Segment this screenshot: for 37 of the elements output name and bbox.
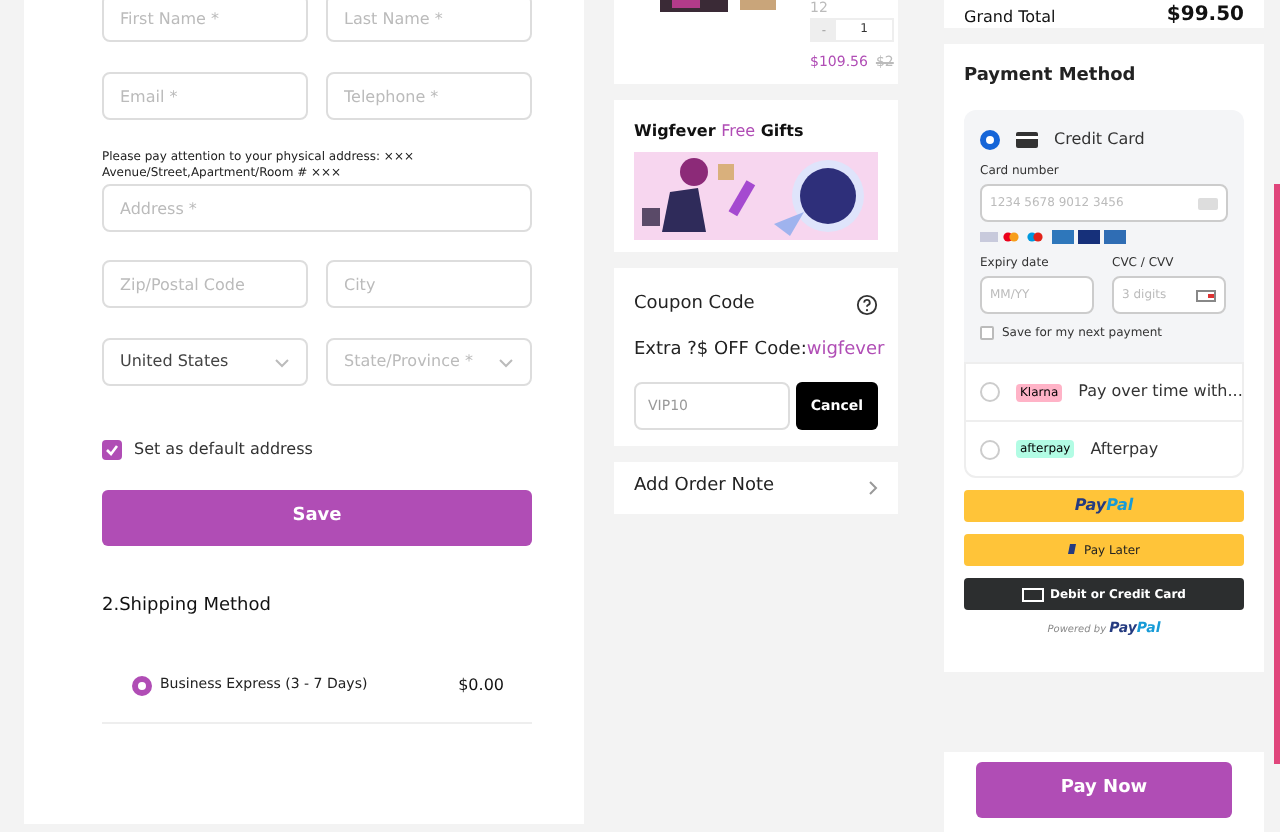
checkbox-label: Set as default address [134,438,313,462]
section-title: 2.Shipping Method [102,594,273,620]
method-label: Afterpay [1090,437,1159,462]
shipping-price: $0.00 [458,673,504,697]
grand-total-value: $99.50 [1166,3,1244,26]
address-field[interactable]: Address * [102,184,532,232]
chevron-down-icon [274,357,290,367]
input-field[interactable]: Telephone * [326,72,532,120]
save-button[interactable]: Save [102,490,532,546]
card-icon [1198,197,1218,210]
chevron-down-icon [498,357,514,367]
grand-total-label: Grand Total [964,7,1056,26]
checkbox[interactable] [980,326,994,341]
input-field[interactable]: City [326,260,532,308]
order-note-row[interactable]: Add Order Note [614,462,898,514]
paypal-icon [1067,543,1078,558]
pay-now-button[interactable]: Pay Now [976,762,1232,819]
gifts-title: Wigfever Free Gifts [634,120,806,144]
checkbox[interactable] [102,440,122,460]
method-label: Pay over time with... [1078,380,1243,405]
help-icon[interactable] [856,294,878,317]
input-field[interactable]: Zip/Postal Code [102,260,308,308]
input-field[interactable]: Last Name * [326,0,532,42]
radio-button[interactable] [980,130,1000,151]
scrollbar[interactable] [1274,184,1280,764]
card-icon [1016,132,1038,149]
card-icon [1022,587,1044,602]
select-field[interactable]: United States [102,338,308,386]
radio-button[interactable] [132,675,152,695]
chevron-right-icon [868,480,878,496]
method-label: Credit Card [1054,128,1145,153]
payment-title: Payment Method [964,63,1138,90]
coupon-title: Coupon Code [634,292,755,318]
input-field[interactable]: First Name * [102,0,308,42]
input-field[interactable]: Email * [102,72,308,120]
cvc-icon [1196,289,1216,302]
paypal-button[interactable]: PayPal [964,490,1244,523]
